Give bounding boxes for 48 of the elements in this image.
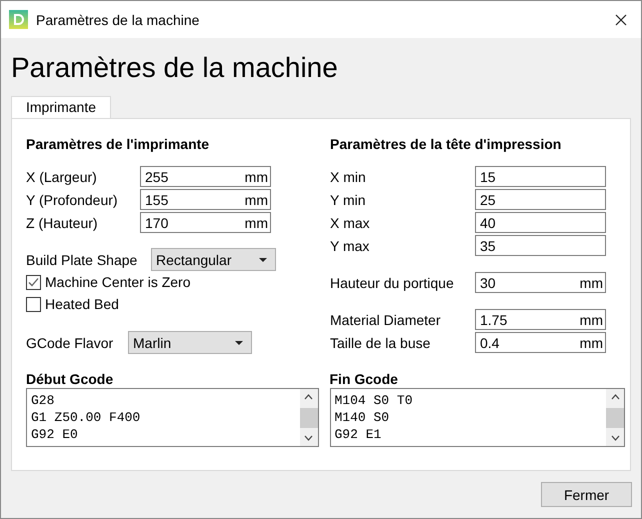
field-label: X (Largeur) [26,168,98,184]
caret-icon [259,258,267,262]
input-field[interactable]: 15 [475,166,606,187]
checkbox[interactable] [26,274,41,290]
caret-icon [235,340,243,344]
gcode-text-area[interactable]: M104 S0 T0 M140 S0 G92 E1 [330,388,625,447]
input-field[interactable]: 1.75 mm [475,309,606,330]
input-field[interactable]: 0.4 mm [475,332,606,353]
input-field[interactable]: 25 [475,189,606,210]
field-label: Hauteur du portique [330,274,455,290]
window-title: Paramètres de la machine [36,12,200,28]
checkbox[interactable] [26,296,41,312]
scrollbar[interactable] [606,389,624,446]
field-label: Y min [330,192,367,208]
dialog-heading: Paramètres de la machine [11,51,339,85]
field-label: GCode Flavor [26,334,114,350]
input-field[interactable]: 40 [475,212,606,233]
section-title: Fin Gcode [330,371,399,388]
scrollbar[interactable] [300,389,318,446]
scroll-up-icon[interactable] [610,394,620,400]
dropdown[interactable]: Marlin [128,331,252,354]
field-label: Material Diameter [330,312,442,328]
section-title: Paramètres de la tête d'impression [330,135,562,154]
section-title: Paramètres de l'imprimante [26,135,210,154]
tab[interactable]: Imprimante [11,96,112,118]
field-label: Y (Profondeur) [26,192,119,208]
close-icon[interactable] [615,14,627,26]
checkbox-label: Machine Center is Zero [45,274,191,290]
close-button[interactable]: Fermer [541,482,632,507]
gcode-text-area[interactable]: G28 G1 Z50.00 F400 G92 E0 [26,388,318,447]
input-field[interactable]: 35 [475,235,606,256]
input-field[interactable]: 30 mm [475,272,606,293]
checkbox-label: Heated Bed [45,296,119,312]
input-field[interactable]: 170 mm [140,212,271,233]
field-label: X max [330,214,371,230]
input-field[interactable]: 155 mm [140,189,271,210]
input-field[interactable]: 255 mm [140,166,271,187]
field-label: X min [330,168,367,184]
section-title: Début Gcode [26,371,114,388]
dropdown[interactable]: Rectangular [151,248,276,271]
scroll-down-icon[interactable] [610,435,620,441]
app-logo-icon [9,10,28,29]
scroll-up-icon[interactable] [304,394,313,400]
field-label: Taille de la buse [330,334,432,350]
field-label: Build Plate Shape [26,252,138,268]
field-label: Z (Hauteur) [26,214,99,230]
scroll-down-icon[interactable] [304,435,313,441]
field-label: Y max [330,238,370,254]
